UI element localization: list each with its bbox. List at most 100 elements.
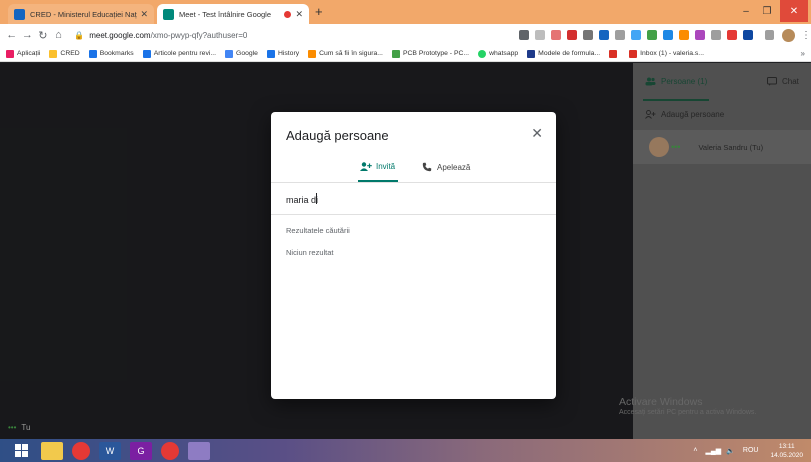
bookmark-item[interactable]: whatsapp [478,49,519,58]
recording-indicator-icon [284,10,292,18]
bookmark-item[interactable]: Cum să fii în sigura... [308,49,383,58]
bookmark-item[interactable]: Google [225,49,258,58]
page-icon [142,49,151,58]
audio-dots-icon: ••• [8,423,17,432]
results-heading: Rezultatele căutării [286,226,350,235]
system-tray: ˄ ▂▄▆ 🔈 ROU 13:11 14.05.2020 [693,439,803,462]
word-icon[interactable]: W [99,441,121,460]
extension-icon[interactable] [662,30,673,40]
bookmark-item[interactable]: CRED [49,49,80,58]
bookmark-label: Articole pentru revi... [153,50,217,57]
gmail-icon [629,49,638,58]
extension-icon[interactable] [582,30,593,40]
lock-icon: 🔒 [74,30,85,40]
pdf-icon[interactable]: G [130,441,152,460]
reload-icon[interactable]: ↻ [35,29,51,42]
extension-icon[interactable] [678,30,689,40]
tab-invite[interactable]: Invită [360,162,395,171]
bookmark-label: Modele de formula... [538,50,601,57]
tab-call[interactable]: Apelează [422,162,470,172]
tab-meet[interactable]: Meet - Test întâlnire Google ✕ [157,4,309,24]
extension-icon[interactable] [710,30,721,40]
windows-logo-icon [14,444,28,457]
extension-icon[interactable] [742,30,753,40]
close-window-button[interactable]: ✕ [780,0,808,22]
extension-icon[interactable] [694,30,705,40]
bookmark-item[interactable]: Bookmarks [88,49,134,58]
forward-icon[interactable]: → [20,29,36,41]
kebab-menu-icon[interactable]: ⋮ [801,30,811,41]
file-explorer-icon[interactable] [41,441,63,460]
maximize-button[interactable]: ❐ [757,0,777,22]
more-bookmarks-icon[interactable]: » [801,49,805,58]
tray-chevron-icon[interactable]: ˄ [693,447,697,454]
extension-icon[interactable] [566,30,577,40]
avatar[interactable] [782,28,796,42]
add-people-dialog: Adaugă persoane ✕ Invită Apelează Rezult… [271,112,556,399]
browser-toolbar: ← → ↻ ⌂ 🔒 meet.google.com/xmo-pwyp-qfy?a… [0,24,811,46]
whatsapp-icon [478,49,487,58]
bookmark-label: whatsapp [489,50,519,57]
home-icon[interactable]: ⌂ [51,29,67,41]
star-icon [88,49,97,58]
tab-chat[interactable]: Chat [767,77,799,86]
bookmark-item[interactable]: Articole pentru revi... [142,49,217,58]
chrome-icon[interactable] [161,441,179,460]
person-add-icon [645,110,656,119]
bookmark-item[interactable]: History [266,49,299,58]
star-icon[interactable] [534,30,545,40]
extension-icon[interactable] [630,30,641,40]
bookmark-label: Google [236,50,258,57]
extension-icon[interactable] [598,30,609,40]
extension-icon[interactable] [646,30,657,40]
close-icon[interactable]: ✕ [531,125,543,142]
clock[interactable]: 13:11 14.05.2020 [770,442,803,460]
tab-invite-label: Invită [376,162,396,171]
windows-start-icon[interactable] [10,442,32,460]
extension-icon[interactable] [550,30,561,40]
tab-strip: CRED - Ministerul Educației Naț ✕ Meet -… [0,0,811,24]
tab-title: CRED - Ministerul Educației Naț [30,9,137,19]
extension-icon[interactable] [614,30,625,40]
camera-icon[interactable] [518,30,529,40]
close-tab-icon[interactable]: ✕ [140,9,148,20]
windows-activation-watermark: Activare Windows Accesați setări PC pent… [619,396,756,416]
divider [271,182,556,183]
tab-title: Meet - Test întâlnire Google [179,9,271,19]
person-add-icon [360,162,372,171]
back-icon[interactable]: ← [4,29,20,41]
volume-icon[interactable]: 🔈 [726,447,735,455]
text-caret [316,193,317,204]
extension-icon[interactable] [726,30,737,40]
bookmark-item[interactable] [609,49,620,58]
language-indicator[interactable]: ROU [743,447,759,454]
active-tab-indicator [643,99,709,101]
tab-cred[interactable]: CRED - Ministerul Educației Naț ✕ [8,4,154,24]
tab-people[interactable]: Persoane (1) [645,77,707,86]
participant-name: Valeria Sandru (Tu) [698,142,764,152]
address-bar[interactable]: 🔒 meet.google.com/xmo-pwyp-qfy?authuser=… [74,26,482,44]
bookmark-item[interactable]: Aplicații [6,49,40,58]
bookmark-item[interactable]: PCB Prototype - PC... [391,49,469,58]
bookmark-label: CRED [60,50,80,57]
network-icon[interactable]: ▂▄▆ [705,447,721,455]
audio-dots-icon: ••• [671,142,681,152]
cred-favicon-icon [14,8,25,20]
dialog-title: Adaugă persoane [286,128,389,143]
minimize-button[interactable]: – [736,0,756,22]
gmail-icon [609,49,618,58]
chrome-icon[interactable] [72,441,90,460]
add-people-button[interactable]: Adaugă persoane [645,110,724,119]
paint-icon[interactable] [188,441,210,460]
google-icon [225,49,234,58]
close-tab-icon[interactable]: ✕ [295,9,303,20]
participant-row[interactable]: ••• Valeria Sandru (Tu) [633,130,811,164]
new-tab-button[interactable]: + [315,4,323,19]
search-input[interactable] [286,192,541,208]
clock-time: 13:11 [778,442,795,450]
cast-icon[interactable] [764,30,775,40]
bookmark-item[interactable]: Modele de formula... [527,49,601,58]
bookmark-item[interactable]: Inbox (1) - valeria.s... [629,49,704,58]
apps-grid-icon [6,49,14,58]
meet-favicon-icon [163,8,174,20]
